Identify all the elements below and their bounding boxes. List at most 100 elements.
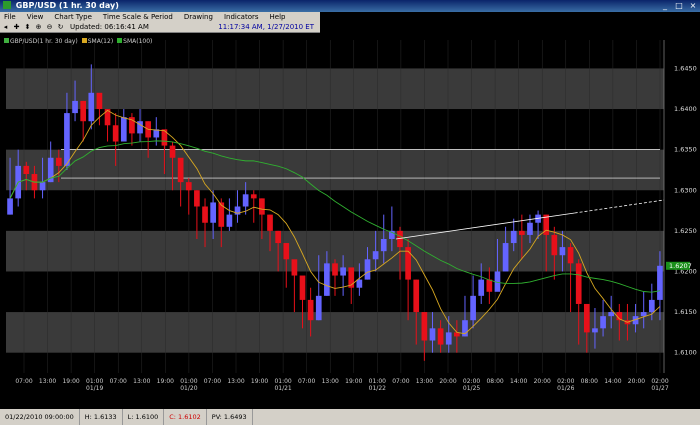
candle-body <box>657 265 663 300</box>
x-tick-label: 19:00 <box>157 378 174 385</box>
candle-body <box>640 312 647 317</box>
price-band <box>6 312 664 353</box>
candle-body <box>551 234 558 256</box>
x-date-label: 01/27 <box>651 385 668 392</box>
x-date-label: 01/20 <box>180 385 197 392</box>
candle-body <box>202 206 208 223</box>
x-tick-label: 07:00 <box>204 378 221 385</box>
x-tick-label: 01:00 <box>369 378 386 385</box>
candle-body <box>575 263 582 304</box>
zoom-in-icon[interactable]: ⊕ <box>33 22 44 32</box>
x-tick-label: 13:00 <box>322 378 339 385</box>
candle-body <box>96 92 103 110</box>
x-tick-label: 07:00 <box>110 378 127 385</box>
update-status: Updated: 06:16:41 AM <box>70 22 149 31</box>
x-tick-label: 07:00 <box>298 378 315 385</box>
chart-legend: GBP/USD(1 hr. 30 day) SMA(12) SMA(100) <box>4 38 152 45</box>
x-date-label: 01/21 <box>274 385 291 392</box>
y-tick-label: 1.6350 <box>674 146 697 154</box>
status-low: L: 1.6100 <box>123 409 165 425</box>
candle-body <box>275 230 281 244</box>
y-tick-label: 1.6450 <box>674 64 697 72</box>
candle-body <box>23 165 30 175</box>
candle-body <box>315 295 322 321</box>
x-tick-label: 13:00 <box>416 378 433 385</box>
candle-body <box>583 303 590 333</box>
price-band <box>6 149 664 191</box>
x-tick-label: 20:00 <box>534 378 551 385</box>
x-tick-label: 01:00 <box>86 378 103 385</box>
candle-body <box>210 202 216 223</box>
candle-body <box>470 295 476 321</box>
candle-body <box>291 259 298 276</box>
crosshair-icon[interactable]: ✚ <box>11 22 22 32</box>
maximize-icon[interactable]: □ <box>672 0 686 12</box>
x-tick-label: 08:00 <box>581 378 598 385</box>
legend-symbol: GBP/USD(1 hr. 30 day) <box>4 38 78 45</box>
candle-body <box>364 259 371 280</box>
candle-body <box>380 238 387 252</box>
candle-body <box>648 299 655 313</box>
x-tick-label: 14:00 <box>604 378 621 385</box>
x-tick-label: 07:00 <box>392 378 409 385</box>
candle-body <box>518 230 525 235</box>
price-chart[interactable]: 07:00 13:00 19:00 01:0001/1907:00 13:00 19:00… <box>0 35 700 409</box>
x-tick-label: 13:00 <box>227 378 244 385</box>
candle-body <box>194 190 200 207</box>
candle-body <box>185 182 192 191</box>
zoom-out-icon[interactable]: ⊖ <box>44 22 55 32</box>
x-tick-label: 08:00 <box>486 378 503 385</box>
candle-body <box>64 113 70 166</box>
price-band <box>6 68 664 110</box>
x-tick-label: 14:00 <box>510 378 527 385</box>
candle-body <box>559 247 566 256</box>
window-title: GBP/USD (1 hr. 30 day) <box>15 1 119 10</box>
candle-body <box>340 267 346 276</box>
candle-body <box>169 145 176 158</box>
x-tick-label: 20:00 <box>439 378 456 385</box>
candle-body <box>510 230 517 244</box>
candle-body <box>486 279 493 292</box>
x-date-label: 01/19 <box>86 385 103 392</box>
toolbar: ◂ ✚ ⬍ ⊕ ⊖ ↻ Updated: 06:16:41 AM 11:17:3… <box>0 22 320 33</box>
candle-body <box>259 198 265 215</box>
candle-body <box>120 117 127 142</box>
x-tick-label: 02:00 <box>651 378 668 385</box>
candle-body <box>527 222 533 235</box>
close-icon[interactable]: × <box>686 0 700 12</box>
candle-body <box>39 182 46 191</box>
candle-body <box>405 247 411 280</box>
x-tick-label: 19:00 <box>345 378 362 385</box>
candle-body <box>592 328 598 333</box>
candle-body <box>332 263 338 276</box>
trading-chart-window: { "window": { "title": "GBP/USD (1 hr. 3… <box>0 0 700 425</box>
candle-body <box>567 247 574 264</box>
y-tick-label: 1.6150 <box>674 308 697 316</box>
x-tick-label: 19:00 <box>251 378 268 385</box>
x-tick-label: 13:00 <box>39 378 56 385</box>
legend-sma100: SMA(100) <box>117 38 152 45</box>
minimize-icon[interactable]: _ <box>658 0 672 12</box>
x-tick-label: 13:00 <box>133 378 150 385</box>
candle-body <box>283 243 290 260</box>
x-tick-label: 07:00 <box>15 378 32 385</box>
title-bar: GBP/USD (1 hr. 30 day) <box>0 0 700 12</box>
x-date-label: 01/26 <box>557 385 574 392</box>
current-price-label: 1.6207 <box>669 262 692 270</box>
candle-body <box>88 92 95 122</box>
candle-body <box>112 125 119 142</box>
candle-body <box>177 157 184 183</box>
y-tick-label: 1.6250 <box>674 227 697 235</box>
candle-body <box>267 214 273 231</box>
pointer-icon[interactable]: ◂ <box>0 22 11 32</box>
refresh-icon[interactable]: ↻ <box>55 22 66 32</box>
candle-body <box>478 279 485 296</box>
candle-body <box>608 312 615 317</box>
candle-body <box>55 157 62 166</box>
cursor-icon[interactable]: ⬍ <box>22 22 33 32</box>
legend-sma12: SMA(12) <box>81 38 113 45</box>
candle-body <box>502 243 509 272</box>
y-tick-label: 1.6100 <box>674 349 697 357</box>
x-tick-label: 01:00 <box>180 378 197 385</box>
candle-body <box>307 299 314 321</box>
